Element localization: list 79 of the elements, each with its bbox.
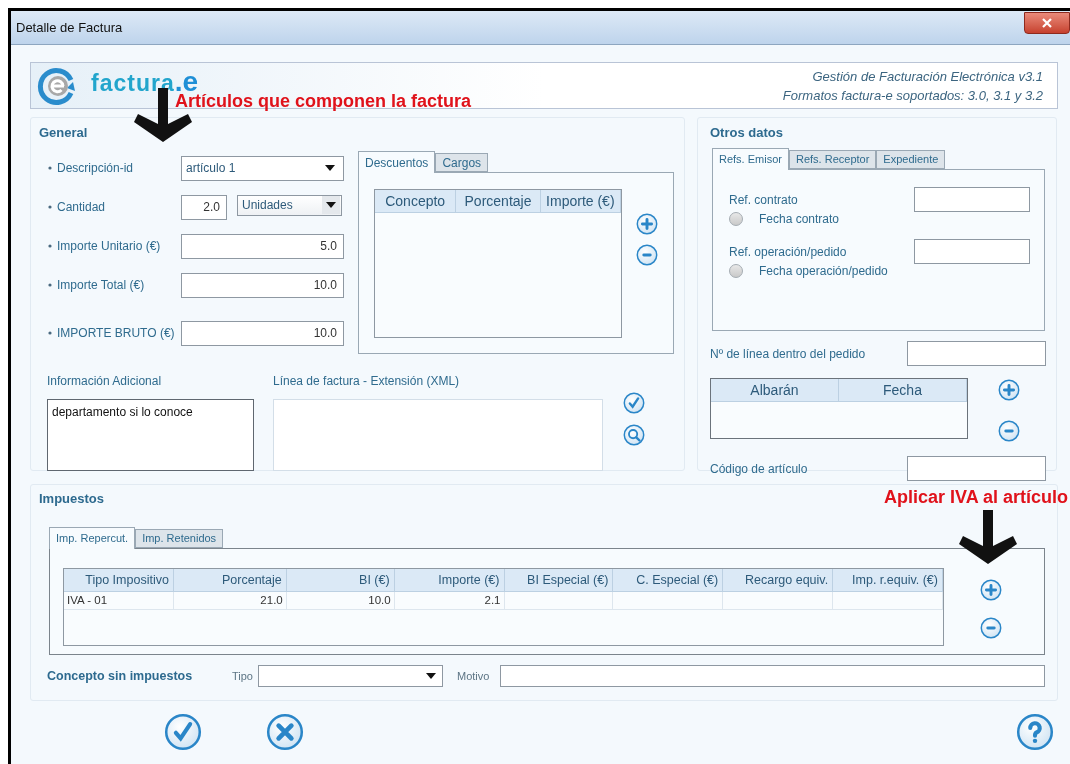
validate-icon[interactable] [623,392,645,414]
tab[interactable]: Refs. Receptor [788,150,877,169]
field-label: Tipo [232,668,254,684]
close-icon [1042,17,1052,28]
search-icon[interactable] [623,424,645,446]
field-label: Cantidad [57,199,106,216]
field-label: Importe Total (€) [57,277,145,294]
annotation-text: Aplicar IVA al artículo [883,486,1068,509]
remove-icon[interactable] [636,244,658,266]
tab[interactable]: Imp. Repercut. [49,527,136,549]
column-header: Importe (€) [394,569,505,591]
radio-button[interactable] [729,264,743,278]
input-field[interactable]: 10.0 [181,272,344,298]
field-label: Línea de factura - Extensión (XML) [273,374,460,388]
field-label: Concepto sin impuestos [47,667,194,685]
radio-label: Fecha contrato [759,211,840,228]
field-label: Descripción-id [57,160,134,177]
tab[interactable]: Expediente [876,150,946,169]
input-field[interactable] [907,341,1046,366]
field-label: Nº de línea dentro del pedido [710,345,866,363]
group-title: General [39,125,88,140]
input-field[interactable]: 5.0 [181,233,344,259]
column-header: Recargo equiv. [723,569,834,591]
logo-icon [37,65,77,106]
group-title: Impuestos [39,491,104,506]
input-field[interactable] [907,456,1046,481]
input-field[interactable] [914,239,1030,264]
add-icon[interactable] [980,579,1002,601]
dropdown-caret-icon [322,196,340,214]
field-label: Ref. contrato [729,191,798,209]
add-icon[interactable] [998,379,1020,401]
accept-button[interactable] [164,713,202,751]
column-header: Porcentaje [173,569,287,591]
group-title: Otros datos [710,125,783,140]
close-button[interactable] [1024,11,1070,34]
field-label: Importe Unitario (€) [57,238,161,255]
tagline-text: Gestión de Facturación Electrónica v3.1 [812,67,1043,86]
column-header: Albarán [711,379,839,401]
radio-button[interactable] [729,212,743,226]
annotation-text: Artículos que componen la factura [175,91,472,113]
tab[interactable]: Refs. Emisor [712,148,789,170]
cancel-button[interactable] [266,713,304,751]
field-label: Información Adicional [47,374,162,388]
field-label: Ref. operación/pedido [729,243,847,261]
column-header: Fecha [839,379,967,401]
column-header: Importe (€) [540,190,621,212]
tab[interactable]: Cargos [435,153,489,172]
table-cell: 2.1 [394,592,505,609]
remove-icon[interactable] [980,617,1002,639]
logo-text: factura [91,71,175,95]
field-label: Código de artículo [710,460,808,478]
remove-icon[interactable] [998,420,1020,442]
tagline-text: Formatos factura-e soportados: 3.0, 3.1 y 3.2 [782,86,1043,105]
table-cell: IVA - 01 [64,592,174,609]
column-header: Tipo Impositivo [64,569,174,591]
window-title: Detalle de Factura [16,18,123,37]
field-label: Motivo [457,668,491,684]
unit-select[interactable]: Unidades [237,194,342,216]
description-select[interactable]: artículo 1 [181,155,344,181]
input-field[interactable] [914,187,1030,212]
table-cell: 10.0 [286,592,395,609]
add-icon[interactable] [636,213,658,235]
field-label: IMPORTE BRUTO (€) [57,325,175,342]
tab[interactable]: Imp. Retenidos [135,529,224,548]
input-field[interactable]: 10.0 [181,320,344,346]
additional-info-textarea[interactable]: departamento si lo conoce [47,399,254,471]
input-field[interactable]: 2.0 [181,194,227,220]
column-header: BI Especial (€) [504,569,614,591]
column-header: Imp. r.equiv. (€) [833,569,943,591]
table-cell: 21.0 [173,592,287,609]
tab[interactable]: Descuentos [358,151,436,173]
reason-field[interactable] [500,665,1045,687]
radio-label: Fecha operación/pedido [759,263,888,280]
help-button[interactable] [1016,713,1054,751]
column-header: Concepto [375,190,457,212]
type-select[interactable] [258,665,443,687]
column-header: C. Especial (€) [613,569,724,591]
column-header: BI (€) [286,569,395,591]
column-header: Porcentaje [456,190,541,212]
